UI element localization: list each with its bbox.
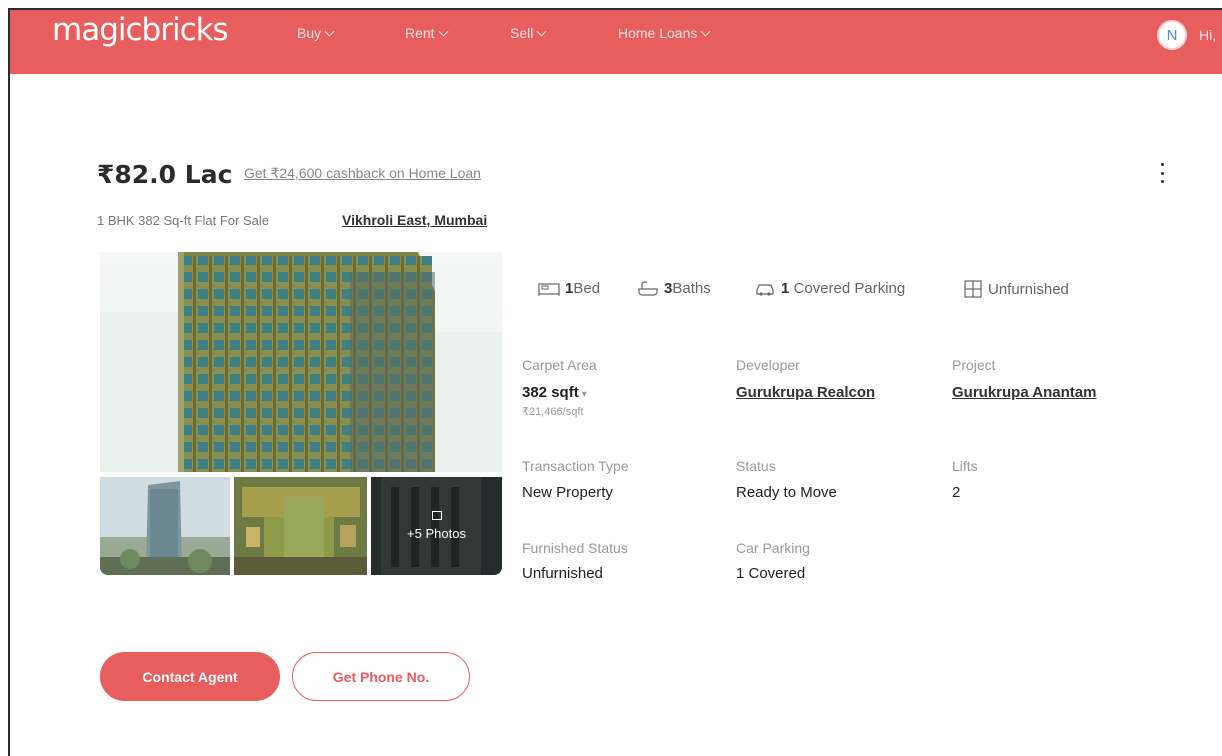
chevron-down-icon (438, 26, 449, 36)
status-value: Ready to Move (736, 484, 837, 501)
developer-label: Developer (736, 357, 800, 373)
user-greeting[interactable]: Hi, (1199, 27, 1216, 43)
amenity-furnishing: Unfurnished (963, 280, 1069, 298)
carpet-area-label: Carpet Area (522, 357, 597, 373)
bath-label: Baths (672, 280, 711, 297)
nav-sell[interactable]: Sell (510, 25, 547, 41)
nav-home-loans[interactable]: Home Loans (618, 25, 711, 41)
more-photos-overlay: +5 Photos (371, 477, 502, 575)
amenity-bath: 3Baths (637, 280, 711, 297)
get-phone-button[interactable]: Get Phone No. (292, 652, 470, 701)
developer-link[interactable]: Gurukrupa Realcon (736, 384, 875, 401)
main-property-photo[interactable] (100, 252, 502, 472)
thumbnail-more-photos[interactable]: +5 Photos (371, 477, 502, 575)
site-logo[interactable]: magicbricks (52, 12, 229, 48)
project-link[interactable]: Gurukrupa Anantam (952, 384, 1096, 401)
lifts-label: Lifts (952, 458, 978, 474)
furnish-icon (964, 280, 982, 298)
nav-buy-label: Buy (297, 25, 322, 41)
photo-icon (431, 511, 442, 520)
chevron-down-icon (536, 26, 547, 36)
caret-down-icon: ▾ (581, 389, 587, 400)
price-per-sqft: ₹21,466/sqft (522, 406, 584, 418)
car-icon (756, 283, 774, 296)
parking-count: 1 (781, 280, 790, 297)
nav-rent-label: Rent (405, 25, 435, 41)
more-photos-label: +5 Photos (407, 526, 466, 541)
transaction-type-label: Transaction Type (522, 458, 629, 474)
more-options-icon[interactable] (1156, 160, 1168, 186)
thumbnail-photo[interactable] (100, 477, 230, 575)
transaction-type-value: New Property (522, 484, 613, 501)
status-label: Status (736, 458, 776, 474)
listing-price: ₹82.0 Lac (97, 160, 233, 189)
contact-agent-button[interactable]: Contact Agent (100, 652, 280, 701)
user-avatar[interactable]: N (1157, 20, 1187, 50)
bed-label: Bed (573, 280, 601, 297)
car-parking-label: Car Parking (736, 540, 810, 556)
project-label: Project (952, 357, 996, 373)
furnished-status-label: Furnished Status (522, 540, 628, 556)
bath-icon (638, 280, 658, 296)
bed-icon (538, 282, 560, 296)
nav-buy[interactable]: Buy (297, 25, 335, 41)
chevron-down-icon (700, 26, 711, 36)
parking-label: Covered Parking (793, 280, 906, 297)
car-parking-value: 1 Covered (736, 565, 806, 582)
amenity-parking: 1 Covered Parking (754, 280, 905, 297)
furnishing-label: Unfurnished (988, 280, 1069, 298)
nav-sell-label: Sell (510, 25, 534, 41)
nav-rent[interactable]: Rent (405, 25, 449, 41)
lifts-value: 2 (952, 484, 961, 501)
locality-link[interactable]: Vikhroli East, Mumbai (342, 212, 487, 228)
furnished-status-value: Unfurnished (522, 565, 603, 582)
amenity-bed: 1Bed (538, 280, 600, 297)
listing-subtitle: 1 BHK 382 Sq-ft Flat For Sale (97, 213, 269, 228)
nav-home-loans-label: Home Loans (618, 25, 698, 41)
cashback-link[interactable]: Get ₹24,600 cashback on Home Loan (244, 165, 481, 182)
carpet-area-text: 382 sqft (522, 384, 579, 401)
thumbnail-photo[interactable] (234, 477, 367, 575)
carpet-area-value[interactable]: 382 sqft ▾ (522, 384, 587, 401)
chevron-down-icon (324, 26, 335, 36)
